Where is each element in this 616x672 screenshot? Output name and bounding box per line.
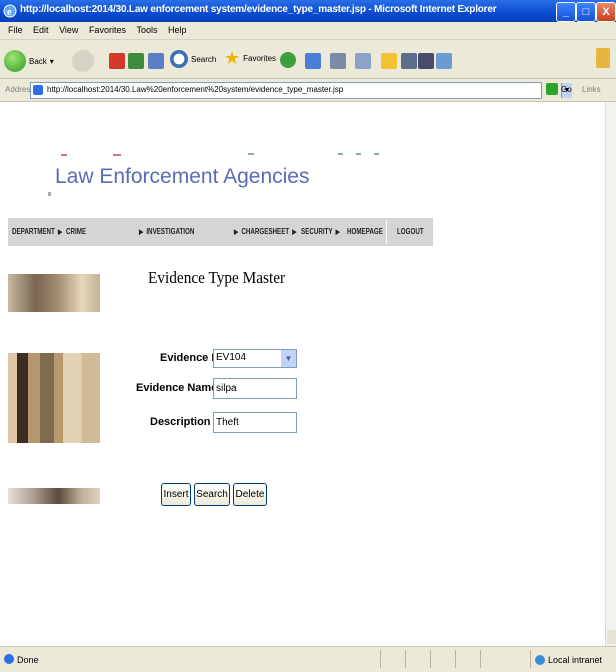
description-input[interactable]: [213, 412, 297, 433]
messenger-icon[interactable]: [436, 53, 452, 69]
scroll-down-icon[interactable]: [607, 630, 616, 644]
status-text: Done: [17, 655, 39, 665]
search-icon: [170, 50, 188, 68]
media-icon[interactable]: [280, 52, 296, 68]
favorites-label: Favorites: [243, 53, 277, 63]
address-url: http://localhost:2014/30.Law%20enforceme…: [47, 85, 344, 94]
back-arrow-icon: [4, 50, 26, 72]
nav-crime[interactable]: CRIME: [66, 227, 86, 236]
delete-button[interactable]: Delete: [233, 483, 267, 506]
banner-decoration: [338, 153, 343, 155]
discuss-icon[interactable]: [401, 53, 417, 69]
forward-arrow-icon: [72, 50, 94, 72]
back-label: Back: [29, 56, 47, 66]
vertical-scrollbar[interactable]: [605, 102, 616, 646]
chevron-down-icon[interactable]: ▼: [281, 350, 296, 367]
menu-help[interactable]: Help: [168, 25, 187, 35]
arrow-right-icon: ▶: [139, 229, 144, 236]
window-title: http://localhost:2014/30.Law enforcement…: [20, 4, 497, 15]
menu-edit[interactable]: Edit: [33, 25, 49, 35]
menu-view[interactable]: View: [59, 25, 78, 35]
stop-icon[interactable]: [109, 53, 125, 69]
home-icon[interactable]: [148, 53, 164, 69]
chevron-down-icon: ▾: [49, 56, 54, 66]
arrow-right-icon: ▶: [57, 229, 63, 236]
ie-page-icon: [4, 654, 14, 664]
history-icon[interactable]: [305, 53, 321, 69]
menu-favorites[interactable]: Favorites: [89, 25, 126, 35]
forward-button[interactable]: [72, 50, 94, 72]
research-icon[interactable]: [418, 53, 434, 69]
refresh-icon[interactable]: [128, 53, 144, 69]
address-input[interactable]: http://localhost:2014/30.Law%20enforceme…: [30, 82, 572, 99]
banner-decoration: [113, 154, 121, 156]
address-bar: Address http://localhost:2014/30.Law%20e…: [0, 79, 616, 102]
main-nav: DEPARTMENT ▶ CRIME ▶ INVESTIGATION ▶ CHARGE…: [8, 218, 433, 246]
status-bar: Done Local intranet: [0, 646, 616, 672]
nav-chargesheet[interactable]: ▶ CHARGESHEET ▶: [234, 227, 296, 236]
arrow-right-icon: ▶: [292, 229, 297, 236]
page-title: Evidence Type Master: [148, 268, 286, 287]
go-label: Go: [561, 84, 572, 94]
search-button[interactable]: Search: [170, 50, 216, 68]
description-label: Description: [150, 416, 211, 428]
nav-homepage[interactable]: HOMEPAGE: [347, 227, 383, 236]
status-separator: [380, 650, 381, 668]
evidence-id-label: Evidence ID: [160, 352, 223, 364]
menu-tools[interactable]: Tools: [136, 25, 157, 35]
banner-title: Law Enforcement Agencies: [55, 165, 310, 188]
browser-toolbar: Back ▾ Search ★ Favorites: [0, 40, 616, 79]
status-separator: [480, 650, 481, 668]
evidence-name-input[interactable]: [213, 378, 297, 399]
menu-file[interactable]: File: [8, 25, 23, 35]
banner-decoration: [48, 192, 51, 196]
favorites-button[interactable]: ★ Favorites: [224, 48, 277, 68]
go-button[interactable]: Go: [546, 83, 572, 95]
search-label: Search: [191, 54, 217, 64]
side-image: [8, 353, 100, 443]
svg-text:e: e: [7, 7, 12, 18]
status-separator: [405, 650, 406, 668]
nav-security[interactable]: SECURITY ▶: [301, 227, 340, 236]
arrow-right-icon: ▶: [335, 229, 340, 236]
evidence-name-label: Evidence Name: [136, 382, 218, 394]
status-separator: [530, 650, 531, 668]
status-separator: [455, 650, 456, 668]
evidence-id-value: EV104: [216, 352, 247, 363]
banner-decoration: [248, 153, 254, 155]
nav-logout[interactable]: LOGOUT: [397, 227, 424, 236]
nav-department[interactable]: DEPARTMENT ▶: [12, 227, 62, 236]
side-image: [8, 274, 100, 312]
globe-icon: [535, 655, 545, 665]
mail-icon[interactable]: [330, 53, 346, 69]
banner-decoration: [356, 153, 361, 155]
star-icon: ★: [224, 48, 241, 68]
maximize-button[interactable]: □: [576, 2, 596, 22]
banner-decoration: [61, 154, 67, 156]
evidence-id-select[interactable]: EV104 ▼: [213, 349, 297, 368]
insert-button[interactable]: Insert: [161, 483, 191, 506]
go-arrow-icon: [546, 83, 558, 95]
ie-logo-icon: e: [3, 4, 17, 18]
print-icon[interactable]: [355, 53, 371, 69]
banner-decoration: [374, 153, 379, 155]
back-button[interactable]: Back ▾: [4, 50, 54, 72]
search-button-form[interactable]: Search: [194, 483, 230, 506]
side-image: [8, 488, 100, 504]
zone-label: Local intranet: [548, 655, 603, 665]
links-label[interactable]: Links: [582, 85, 601, 94]
window-titlebar: e http://localhost:2014/30.Law enforceme…: [0, 0, 616, 22]
nav-investigation[interactable]: ▶ INVESTIGATION: [139, 227, 194, 236]
folder-icon[interactable]: [381, 53, 397, 69]
minimize-button[interactable]: _: [556, 2, 576, 22]
arrow-right-icon: ▶: [234, 229, 239, 236]
security-zone: Local intranet: [535, 655, 602, 665]
nav-divider: [386, 220, 387, 244]
windows-logo-icon: [596, 48, 610, 68]
status-separator: [430, 650, 431, 668]
menu-bar: File Edit View Favorites Tools Help: [0, 22, 616, 40]
close-button[interactable]: X: [596, 2, 616, 22]
page-icon: [33, 85, 43, 95]
